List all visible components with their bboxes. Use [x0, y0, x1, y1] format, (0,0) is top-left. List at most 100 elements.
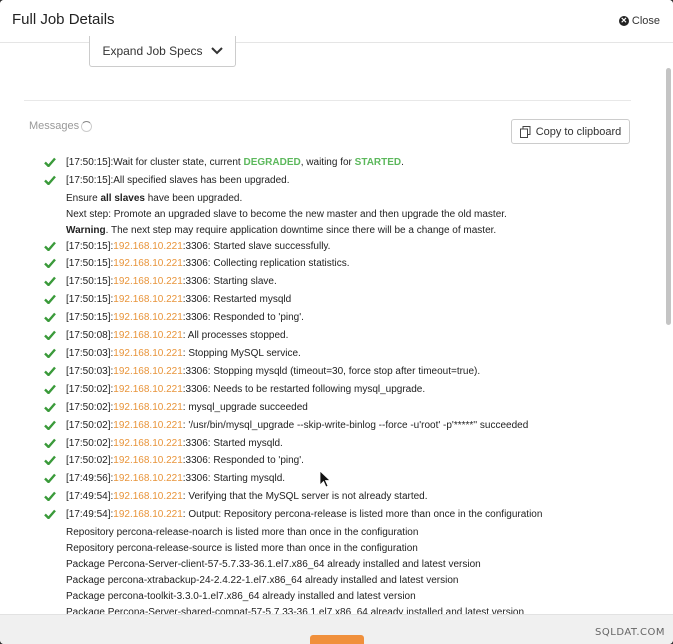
log-segment: have been upgraded. — [144, 192, 243, 204]
log-segment: : All processes stopped. — [182, 330, 289, 342]
check-icon — [44, 474, 56, 485]
check-icon — [44, 366, 56, 377]
timestamp: [17:50:02] — [66, 383, 111, 395]
log-text: [17:50:15]:192.168.10.221:3306: Restarte… — [66, 292, 291, 310]
timestamp: [17:49:54] — [66, 491, 111, 503]
dialog-title: Full Job Details — [12, 11, 115, 28]
check-column — [44, 346, 66, 364]
host-address: 192.168.10.221 — [113, 365, 183, 377]
check-column — [44, 328, 66, 346]
log-row: [17:50:15]:192.168.10.221:3306: Started … — [44, 239, 644, 257]
timestamp: [17:50:15] — [66, 157, 111, 168]
log-segment: :3306: Stopping mysqld (timeout=30, forc… — [182, 365, 481, 377]
timestamp: [17:50:15] — [66, 312, 111, 324]
log-text: Package Percona-Server-client-57-5.7.33-… — [66, 557, 481, 573]
check-icon — [44, 491, 56, 502]
check-column — [44, 436, 66, 454]
log-segment: Warning — [66, 224, 106, 236]
timestamp: [17:49:54] — [66, 509, 111, 521]
log-text: [17:50:02]:192.168.10.221:3306: Responde… — [66, 453, 304, 471]
timestamp: [17:50:15] — [66, 258, 111, 270]
log-text: [17:50:02]:192.168.10.221: '/usr/bin/mys… — [66, 418, 528, 436]
log-text: [17:49:54]:192.168.10.221: Verifying tha… — [66, 489, 428, 507]
log-segment: :3306: Needs to be restarted following m… — [182, 383, 426, 395]
timestamp: [17:50:15] — [66, 240, 111, 252]
host-address: 192.168.10.221 — [113, 455, 183, 467]
messages-label: Messages — [29, 120, 80, 132]
check-column — [44, 310, 66, 328]
log-text: [17:50:15]:192.168.10.221:3306: Starting… — [66, 274, 277, 292]
scrollbar[interactable] — [666, 68, 671, 325]
check-column — [44, 557, 66, 573]
host-address: 192.168.10.221 — [113, 330, 183, 342]
close-icon: ✕ — [618, 16, 629, 26]
log-segment: :3306: Restarted mysqld — [182, 294, 292, 306]
check-column — [44, 155, 66, 173]
dialog-footer — [0, 614, 673, 644]
log-segment: :3306: Starting mysqld. — [182, 473, 286, 485]
log-row: Package percona-toolkit-3.3.0-1.el7.x86_… — [44, 589, 644, 605]
divider — [24, 100, 631, 101]
close-button[interactable]: ✕ Close — [618, 15, 660, 27]
chevron-down-icon — [210, 47, 223, 55]
check-icon — [44, 312, 56, 323]
log-segment: Next step: Promote an upgraded slave to … — [66, 208, 507, 220]
host-address: 192.168.10.221 — [113, 401, 183, 413]
check-icon — [44, 456, 56, 467]
log-segment: Repository percona-release-noarch is lis… — [66, 527, 419, 539]
log-segment: , waiting for — [300, 157, 355, 168]
check-column — [44, 489, 66, 507]
check-icon — [44, 294, 56, 306]
check-column — [44, 223, 66, 239]
messages-heading: Messages — [29, 120, 93, 132]
check-column — [44, 382, 66, 400]
log-text: [17:50:08]:192.168.10.221: All processes… — [66, 328, 288, 346]
check-icon — [44, 157, 56, 168]
close-label: Close — [631, 15, 660, 27]
host-address: 192.168.10.221 — [113, 294, 183, 306]
check-column — [44, 256, 66, 274]
check-icon — [44, 175, 56, 186]
expand-label: Expand Job Specs — [102, 44, 203, 58]
check-column — [44, 525, 66, 541]
log-row: [17:50:03]:192.168.10.221: Stopping MySQ… — [44, 346, 644, 364]
log-row: Next step: Promote an upgraded slave to … — [44, 207, 644, 223]
check-icon — [44, 509, 56, 520]
log-segment: :3306: Responded to 'ping'. — [182, 312, 304, 324]
timestamp: [17:50:03] — [66, 347, 111, 359]
copy-to-clipboard-button[interactable]: Copy to clipboard — [511, 119, 630, 144]
log-segment: . — [401, 157, 404, 168]
check-column — [44, 400, 66, 418]
log-row: Package percona-xtrabackup-24-2.4.22-1.e… — [44, 573, 644, 589]
log-row: [17:50:02]:192.168.10.221:3306: Needs to… — [44, 382, 644, 400]
log-text: [17:50:03]:192.168.10.221: Stopping MySQ… — [66, 346, 301, 364]
log-segment: :3306: Started mysqld. — [182, 437, 283, 449]
check-column — [44, 471, 66, 489]
log-segment: all slaves — [100, 192, 145, 204]
timestamp: [17:50:03] — [66, 365, 111, 377]
log-row: [17:50:15]:192.168.10.221:3306: Responde… — [44, 310, 644, 328]
log-text: Ensure all slaves have been upgraded. — [66, 191, 242, 207]
log-segment: : Verifying that the MySQL server is not… — [182, 491, 428, 503]
host-address: 192.168.10.221 — [113, 276, 183, 288]
timestamp: [17:50:02] — [66, 419, 111, 431]
copy-label: Copy to clipboard — [535, 125, 622, 138]
check-icon — [44, 277, 56, 288]
host-address: 192.168.10.221 — [113, 347, 183, 359]
log-segment: . The next step may require application … — [105, 224, 497, 236]
host-address: 192.168.10.221 — [113, 509, 183, 521]
check-column — [44, 364, 66, 382]
timestamp: [17:50:15] — [66, 294, 111, 306]
log-row: Package Percona-Server-client-57-5.7.33-… — [44, 557, 644, 573]
footer-button[interactable] — [310, 635, 364, 644]
log-text: [17:50:15]:192.168.10.221:3306: Collecti… — [66, 256, 350, 274]
log-text: Warning. The next step may require appli… — [66, 223, 496, 239]
check-column — [44, 274, 66, 292]
check-icon — [44, 402, 56, 413]
expand-job-specs-button[interactable]: Expand Job Specs — [89, 36, 236, 67]
log-row: [17:50:15]:Wait for cluster state, curre… — [44, 155, 644, 173]
check-icon — [44, 348, 56, 359]
log-segment: Package percona-xtrabackup-24-2.4.22-1.e… — [66, 574, 459, 586]
host-address: 192.168.10.221 — [113, 258, 183, 270]
log-text: Package percona-xtrabackup-24-2.4.22-1.e… — [66, 573, 458, 589]
